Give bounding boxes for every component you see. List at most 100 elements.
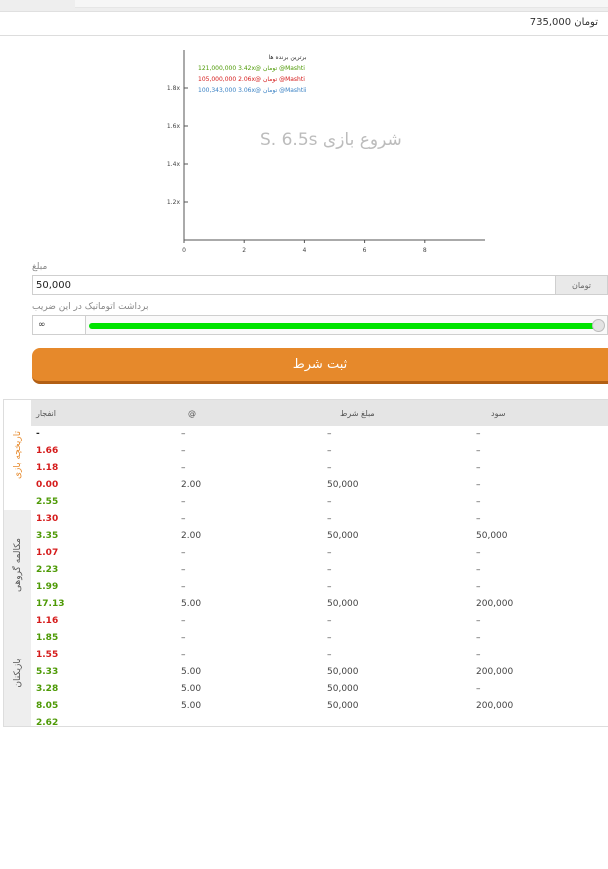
table-row: 1.99 – – – [31, 579, 608, 596]
at-value: – [181, 565, 186, 575]
currency-selector[interactable]: تومان [556, 275, 608, 295]
crash-value: 2.62 [36, 718, 59, 727]
crash-value: 1.30 [36, 514, 59, 524]
table-header: انفجار @ مبلغ شرط سود [31, 400, 608, 426]
crash-game-page: تومان 735,000 0 2 4 6 8 1.2x 1.4x 1.6x 1.8x برتر… [0, 0, 608, 869]
winner-user: @Mashtii [279, 87, 307, 94]
at-value: – [181, 514, 186, 524]
at-value: – [181, 616, 186, 626]
winner-multiplier: 3.42x@ [238, 65, 262, 72]
multiplier-chart: 0 2 4 6 8 1.2x 1.4x 1.6x 1.8x برترین برنده ها 12… [150, 44, 495, 258]
profit-value: – [476, 684, 481, 694]
table-row: 5.33 5.00 50,000 200,000 [31, 664, 608, 681]
table-row: 0.00 2.00 50,000 – [31, 477, 608, 494]
profit-value: – [476, 565, 481, 575]
top-winners-panel: برترین برنده ها 121,000,000 3.42x@ تومان… [198, 52, 307, 96]
tab-players[interactable]: بازیکنان [4, 620, 31, 726]
winner-row: 100,343,000 3.06x@ تومان @Mashtii [198, 85, 307, 96]
top-bar-strip [75, 0, 608, 8]
crash-value: 1.85 [36, 633, 59, 643]
at-value: 5.00 [181, 667, 202, 677]
top-bar [0, 0, 608, 12]
profit-value: 200,000 [476, 701, 514, 711]
winner-currency: تومان [262, 87, 278, 94]
crash-value: 5.33 [36, 667, 59, 677]
table-row: 1.18 – – – [31, 460, 608, 477]
table-row: 1.30 – – – [31, 511, 608, 528]
table-row: 17.13 5.00 50,000 200,000 [31, 596, 608, 613]
tab-group-chat[interactable]: مکالمه گروهی [4, 510, 31, 620]
slider-track [89, 323, 597, 329]
crash-value: 1.99 [36, 582, 59, 592]
profit-value: 200,000 [476, 667, 514, 677]
bet-amount-value: 50,000 [327, 599, 359, 609]
winner-multiplier: 3.06x@ [238, 87, 262, 94]
bet-amount-value: 50,000 [327, 480, 359, 490]
winner-row: 121,000,000 3.42x@ تومان @Mashti [198, 63, 307, 74]
profit-value: 200,000 [476, 599, 514, 609]
profit-value: – [476, 514, 481, 524]
crash-value: 1.18 [36, 463, 59, 473]
history-table: انفجار @ مبلغ شرط سود - – – – 1.66 – – – 1.18 – – –… [31, 399, 608, 727]
table-row: 8.05 5.00 50,000 200,000 [31, 698, 608, 715]
slider-handle[interactable] [592, 319, 605, 332]
side-tabs: تاریخچه بازی مکالمه گروهی بازیکنان [3, 399, 31, 727]
bet-amount-value: – [327, 565, 332, 575]
bet-amount-value: – [327, 582, 332, 592]
column-header-crash: انفجار [36, 409, 56, 418]
profit-value: 50,000 [476, 531, 508, 541]
at-value: 2.00 [181, 480, 202, 490]
profit-value: – [476, 463, 481, 473]
winner-user: @Mashti [279, 65, 305, 72]
table-row: 3.35 2.00 50,000 50,000 [31, 528, 608, 545]
crash-value: - [36, 429, 40, 439]
crash-value: 1.16 [36, 616, 59, 626]
profit-value: – [476, 650, 481, 660]
bet-amount-value: 50,000 [327, 684, 359, 694]
bet-amount-value: – [327, 616, 332, 626]
y-tick-label: 1.4x [167, 161, 181, 168]
profit-value: – [476, 548, 481, 558]
bet-amount-value: 50,000 [327, 701, 359, 711]
winner-amount: 121,000,000 [198, 65, 237, 72]
crash-value: 3.28 [36, 684, 59, 694]
winner-amount: 105,000,000 [198, 76, 237, 83]
at-value: 5.00 [181, 599, 202, 609]
crash-value: 0.00 [36, 480, 59, 490]
tab-label: تاریخچه بازی [12, 430, 23, 480]
place-bet-button[interactable]: ثبت شرط [32, 348, 608, 384]
bet-amount-value: – [327, 429, 332, 439]
auto-cashout-slider[interactable] [86, 315, 608, 335]
top-winners-title: برترین برنده ها [268, 54, 307, 61]
table-row: 1.85 – – – [31, 630, 608, 647]
crash-value: 2.23 [36, 565, 59, 575]
winner-amount: 100,343,000 [198, 87, 237, 94]
at-value: – [181, 446, 186, 456]
auto-cashout-input[interactable]: ∞ [32, 315, 86, 335]
crash-value: 2.55 [36, 497, 59, 507]
bet-amount-value: – [327, 497, 332, 507]
winner-currency: تومان [262, 65, 278, 72]
profit-value: – [476, 429, 481, 439]
tab-game-history[interactable]: تاریخچه بازی [4, 400, 31, 510]
balance-amount: 735,000 [529, 17, 572, 28]
at-value: – [181, 650, 186, 660]
table-row: 2.62 [31, 715, 608, 727]
profit-value: – [476, 480, 481, 490]
at-value: – [181, 463, 186, 473]
winner-currency: تومان [262, 76, 278, 83]
bet-amount-input[interactable] [32, 275, 556, 295]
crash-value: 17.13 [36, 599, 65, 609]
bet-amount-value: – [327, 463, 332, 473]
bet-amount-value: 50,000 [327, 531, 359, 541]
y-tick-label: 1.6x [167, 123, 181, 130]
winner-multiplier: 2.06x@ [238, 76, 262, 83]
table-row: - – – – [31, 426, 608, 443]
balance-display: تومان 735,000 [530, 17, 598, 28]
bet-amount-value: – [327, 446, 332, 456]
crash-value: 8.05 [36, 701, 59, 711]
bet-amount-value: – [327, 514, 332, 524]
winner-row: 105,000,000 2.06x@ تومان @Mashti [198, 74, 307, 85]
at-value: – [181, 582, 186, 592]
tab-label: بازیکنان [12, 658, 23, 688]
